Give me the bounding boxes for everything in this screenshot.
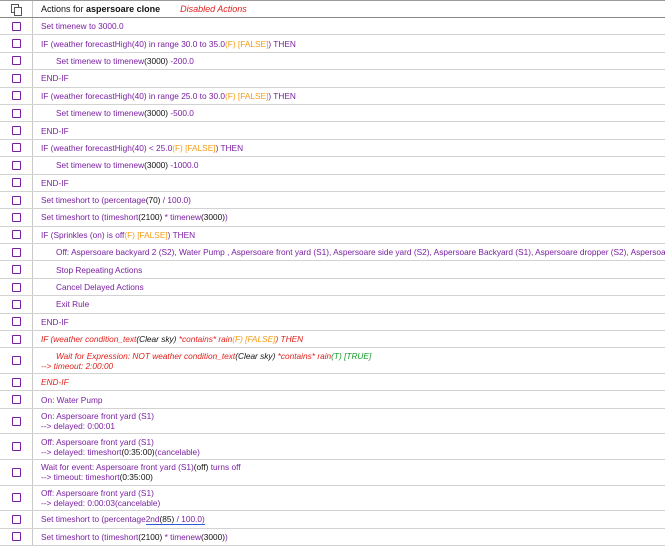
action-text: Cancel Delayed Actions xyxy=(56,282,144,293)
row-checkbox[interactable] xyxy=(11,514,21,524)
action-detail: --> delayed: 0:00:01 xyxy=(41,421,116,432)
action-row[interactable]: Set timenew to timenew(3000) -200.0 xyxy=(0,52,665,71)
action-text: Off: Aspersoare front yard (S1) xyxy=(41,436,154,447)
action-row-disabled[interactable]: IF (weather condition_text(Clear sky) *c… xyxy=(0,331,665,349)
action-text: Set timenew to timenew(3000) -500.0 xyxy=(56,108,194,119)
action-text: On: Water Pump xyxy=(41,394,103,405)
action-row[interactable]: Cancel Delayed Actions xyxy=(0,278,665,297)
action-text: Set timenew to timenew(3000) -1000.0 xyxy=(56,160,199,171)
row-checkbox[interactable] xyxy=(11,395,21,405)
row-checkbox[interactable] xyxy=(11,493,21,503)
action-row[interactable]: END-IF xyxy=(0,70,665,88)
action-text: Stop Repeating Actions xyxy=(56,264,143,275)
row-checkbox[interactable] xyxy=(11,532,21,542)
action-row[interactable]: Set timenew to timenew(3000) -500.0 xyxy=(0,104,665,123)
row-checkbox[interactable] xyxy=(11,282,21,292)
action-text: END-IF xyxy=(41,73,69,84)
action-text: Wait for Expression: NOT weather conditi… xyxy=(56,350,372,361)
action-row[interactable]: IF (weather forecastHigh(40) < 25.0(F) [… xyxy=(0,139,665,158)
row-checkbox[interactable] xyxy=(11,442,21,452)
action-text: IF (weather forecastHigh(40) in range 25… xyxy=(41,90,296,101)
highlighted-value: 2nd(85) / 100.0) xyxy=(145,514,205,526)
action-text: Off: Aspersoare backyard 2 (S2), Water P… xyxy=(56,247,665,258)
action-row[interactable]: Set timeshort to (timeshort(2100) * time… xyxy=(0,528,665,546)
action-row[interactable]: Set timenew to 3000.0 xyxy=(0,18,665,36)
action-text: Set timeshort to (percentage(70) / 100.0… xyxy=(41,195,191,206)
action-row[interactable]: Set timenew to timenew(3000) -1000.0 xyxy=(0,157,665,175)
row-checkbox[interactable] xyxy=(11,56,21,66)
action-row[interactable]: IF (weather forecastHigh(40) in range 25… xyxy=(0,87,665,105)
action-row[interactable]: END-IF xyxy=(0,313,665,332)
row-checkbox[interactable] xyxy=(11,108,21,118)
table-header: Actions for aspersoare clone Disabled Ac… xyxy=(0,1,665,18)
action-row[interactable]: Off: Aspersoare front yard (S1) --> delay… xyxy=(0,434,665,460)
action-row[interactable]: END-IF xyxy=(0,174,665,192)
action-row-disabled[interactable]: END-IF xyxy=(0,374,665,392)
row-checkbox[interactable] xyxy=(11,377,21,387)
row-checkbox[interactable] xyxy=(11,467,21,477)
action-detail: --> timeout: 2:00:00 xyxy=(41,360,114,371)
action-row[interactable]: IF (weather forecastHigh(40) in range 30… xyxy=(0,35,665,53)
row-checkbox[interactable] xyxy=(11,416,21,426)
action-detail: --> delayed: timeshort(0:35:00)(cancelab… xyxy=(41,446,200,457)
action-detail: --> timeout: timeshort(0:35:00) xyxy=(41,472,153,483)
action-text: Exit Rule xyxy=(56,299,90,310)
header-title: Actions for aspersoare clone Disabled Ac… xyxy=(33,1,665,17)
row-checkbox[interactable] xyxy=(11,143,21,153)
action-text: Set timeshort to (percentage2nd(85) / 10… xyxy=(41,514,205,526)
row-checkbox[interactable] xyxy=(11,299,21,309)
action-row[interactable]: Off: Aspersoare front yard (S1) --> delay… xyxy=(0,485,665,512)
action-text: END-IF xyxy=(41,316,69,327)
row-checkbox[interactable] xyxy=(11,265,21,275)
row-checkbox[interactable] xyxy=(11,178,21,188)
action-text: Set timeshort to (timeshort(2100) * time… xyxy=(41,212,228,223)
action-text: IF (weather condition_text(Clear sky) *c… xyxy=(41,334,304,345)
action-row[interactable]: Wait for event: Aspersoare front yard (S… xyxy=(0,459,665,486)
action-text: IF (weather forecastHigh(40) < 25.0(F) [… xyxy=(41,142,244,153)
row-checkbox[interactable] xyxy=(11,160,21,170)
action-text: On: Aspersoare front yard (S1) xyxy=(41,411,154,422)
action-row-disabled[interactable]: Wait for Expression: NOT weather conditi… xyxy=(0,348,665,375)
row-checkbox[interactable] xyxy=(11,91,21,101)
row-checkbox[interactable] xyxy=(11,21,21,31)
action-row[interactable]: Exit Rule xyxy=(0,296,665,314)
action-row[interactable]: IF (Sprinkles (on) is off(F) [FALSE]) TH… xyxy=(0,226,665,245)
row-checkbox[interactable] xyxy=(11,212,21,222)
select-all-cell[interactable] xyxy=(0,1,33,17)
row-checkbox[interactable] xyxy=(11,195,21,205)
row-checkbox[interactable] xyxy=(11,334,21,344)
action-text: END-IF xyxy=(41,125,69,136)
action-row[interactable]: Off: Aspersoare backyard 2 (S2), Water P… xyxy=(0,244,665,262)
row-checkbox[interactable] xyxy=(11,230,21,240)
action-text: Set timeshort to (timeshort(2100) * time… xyxy=(41,531,228,542)
action-text: Set timenew to timenew(3000) -200.0 xyxy=(56,55,194,66)
app-name: aspersoare clone xyxy=(86,4,161,14)
action-text: END-IF xyxy=(41,377,69,388)
header-prefix: Actions for xyxy=(41,4,84,14)
action-text: IF (weather forecastHigh(40) in range 30… xyxy=(41,38,296,49)
action-text: IF (Sprinkles (on) is off(F) [FALSE]) TH… xyxy=(41,229,196,240)
action-text: Set timenew to 3000.0 xyxy=(41,21,124,32)
action-row[interactable]: On: Aspersoare front yard (S1) --> delaye… xyxy=(0,408,665,435)
copy-icon[interactable] xyxy=(11,4,22,16)
action-text: Off: Aspersoare front yard (S1) xyxy=(41,487,154,498)
action-row[interactable]: Set timeshort to (percentage(70) / 100.0… xyxy=(0,191,665,210)
action-row[interactable]: Set timeshort to (percentage2nd(85) / 10… xyxy=(0,511,665,529)
action-row[interactable]: On: Water Pump xyxy=(0,391,665,409)
action-row[interactable]: END-IF xyxy=(0,122,665,140)
row-checkbox[interactable] xyxy=(11,356,21,366)
action-detail: --> delayed: 0:00:03(cancelable) xyxy=(41,497,161,508)
action-row[interactable]: Stop Repeating Actions xyxy=(0,261,665,279)
row-checkbox[interactable] xyxy=(11,73,21,83)
disabled-actions-label: Disabled Actions xyxy=(180,4,247,14)
action-text: Wait for event: Aspersoare front yard (S… xyxy=(41,462,241,473)
row-checkbox[interactable] xyxy=(11,39,21,49)
action-row[interactable]: Set timeshort to (timeshort(2100) * time… xyxy=(0,209,665,227)
row-checkbox[interactable] xyxy=(11,317,21,327)
row-checkbox[interactable] xyxy=(11,126,21,136)
row-checkbox[interactable] xyxy=(11,247,21,257)
actions-table: Actions for aspersoare clone Disabled Ac… xyxy=(0,0,665,546)
action-text: END-IF xyxy=(41,177,69,188)
